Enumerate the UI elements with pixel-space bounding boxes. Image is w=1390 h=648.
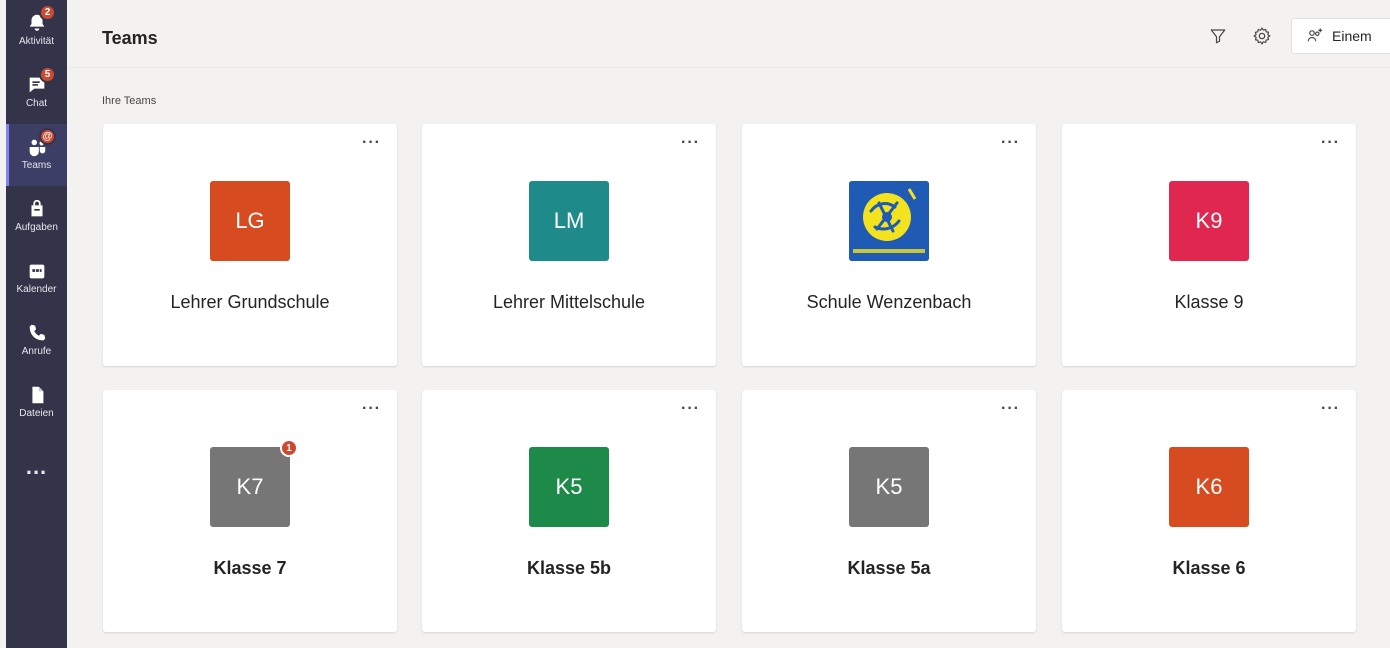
team-card[interactable]: ··· K7 1 Klasse 7 bbox=[103, 390, 397, 632]
team-initials: K9 bbox=[1195, 208, 1223, 233]
team-initials: LG bbox=[235, 208, 265, 233]
team-card[interactable]: ··· K9 Klasse 9 bbox=[1062, 124, 1356, 366]
more-apps-button[interactable]: ... bbox=[6, 452, 67, 482]
more-options-icon[interactable]: ··· bbox=[1321, 134, 1340, 152]
team-name: Schule Wenzenbach bbox=[806, 292, 972, 312]
team-card[interactable]: ··· LM Lehrer Mittelschule bbox=[422, 124, 716, 366]
more-options-icon[interactable]: ··· bbox=[681, 400, 700, 418]
team-avatar: K7 1 bbox=[210, 439, 298, 527]
rail-item-teams[interactable]: Teams @ bbox=[6, 124, 67, 186]
team-initials: K6 bbox=[1195, 474, 1223, 499]
files-icon bbox=[31, 386, 43, 404]
rail-item-calls[interactable]: Anrufe bbox=[6, 310, 67, 372]
team-card[interactable]: ··· Schule Wenzenbach bbox=[742, 124, 1036, 366]
assignments-icon bbox=[31, 199, 42, 217]
school-logo bbox=[849, 181, 929, 261]
rail-label-chat: Chat bbox=[25, 98, 48, 109]
rail-item-assignments[interactable]: Aufgaben bbox=[6, 186, 67, 248]
section-label: Ihre Teams bbox=[102, 95, 157, 107]
join-create-team-button[interactable]: Einem bbox=[1291, 18, 1390, 54]
rail-item-chat[interactable]: Chat 5 bbox=[6, 62, 67, 124]
rail-item-activity[interactable]: Aktivität 2 bbox=[6, 0, 67, 62]
more-options-icon[interactable]: ··· bbox=[1001, 400, 1020, 418]
activity-badge: 2 bbox=[39, 4, 56, 21]
team-avatar: K5 bbox=[849, 447, 929, 527]
notification-badge: 1 bbox=[280, 439, 298, 457]
team-name: Lehrer Mittelschule bbox=[492, 292, 646, 312]
team-card[interactable]: ··· K5 Klasse 5a bbox=[742, 390, 1036, 632]
rail-item-calendar[interactable]: Kalender bbox=[6, 248, 67, 310]
page-header: Teams Einem bbox=[67, 0, 1390, 68]
team-card[interactable]: ··· K6 Klasse 6 bbox=[1062, 390, 1356, 632]
teams-badge: @ bbox=[39, 128, 56, 145]
team-avatar: K9 bbox=[1169, 181, 1249, 261]
settings-button[interactable] bbox=[1251, 25, 1273, 47]
team-initials: LM bbox=[553, 208, 585, 233]
page-title: Teams bbox=[102, 28, 158, 48]
team-name: Klasse 7 bbox=[213, 558, 287, 578]
team-initials: K5 bbox=[555, 474, 583, 499]
more-options-icon[interactable]: ··· bbox=[362, 134, 381, 152]
chat-badge: 5 bbox=[39, 66, 56, 83]
phone-icon bbox=[29, 324, 45, 341]
rail-label-assignments: Aufgaben bbox=[15, 222, 58, 233]
rail-label-activity: Aktivität bbox=[18, 36, 54, 47]
more-options-icon[interactable]: ··· bbox=[1321, 400, 1340, 418]
app-rail: Aktivität 2 Chat 5 Teams @ Aufgaben Kale… bbox=[6, 0, 67, 648]
more-options-icon[interactable]: ··· bbox=[1001, 134, 1020, 152]
gear-icon bbox=[1253, 27, 1271, 45]
more-options-icon[interactable]: ··· bbox=[362, 400, 381, 418]
add-people-icon bbox=[1307, 28, 1323, 42]
calendar-icon bbox=[29, 264, 44, 279]
team-name: Klasse 5a bbox=[847, 558, 931, 578]
team-avatar: K5 bbox=[529, 447, 609, 527]
more-options-icon[interactable]: ··· bbox=[681, 134, 700, 152]
rail-label-files: Dateien bbox=[19, 408, 54, 419]
team-name: Klasse 5b bbox=[526, 558, 612, 578]
rail-label-teams: Teams bbox=[21, 160, 52, 171]
team-name: Klasse 9 bbox=[1174, 292, 1244, 312]
team-avatar: LM bbox=[529, 181, 609, 261]
team-avatar: LG bbox=[210, 181, 290, 261]
rail-label-calendar: Kalender bbox=[16, 284, 57, 295]
team-initials: K7 bbox=[236, 474, 264, 499]
team-card[interactable]: ··· LG Lehrer Grundschule bbox=[103, 124, 397, 366]
join-button-label: Einem bbox=[1332, 28, 1372, 44]
rail-label-calls: Anrufe bbox=[21, 346, 52, 357]
team-name: Klasse 6 bbox=[1172, 558, 1246, 578]
team-card[interactable]: ··· K5 Klasse 5b bbox=[422, 390, 716, 632]
team-name: Lehrer Grundschule bbox=[170, 292, 330, 312]
filter-icon bbox=[1210, 29, 1226, 44]
school-logo-icon bbox=[849, 181, 929, 261]
rail-item-files[interactable]: Dateien bbox=[6, 372, 67, 434]
filter-button[interactable] bbox=[1207, 25, 1229, 47]
team-avatar: K6 bbox=[1169, 447, 1249, 527]
team-initials: K5 bbox=[875, 474, 903, 499]
